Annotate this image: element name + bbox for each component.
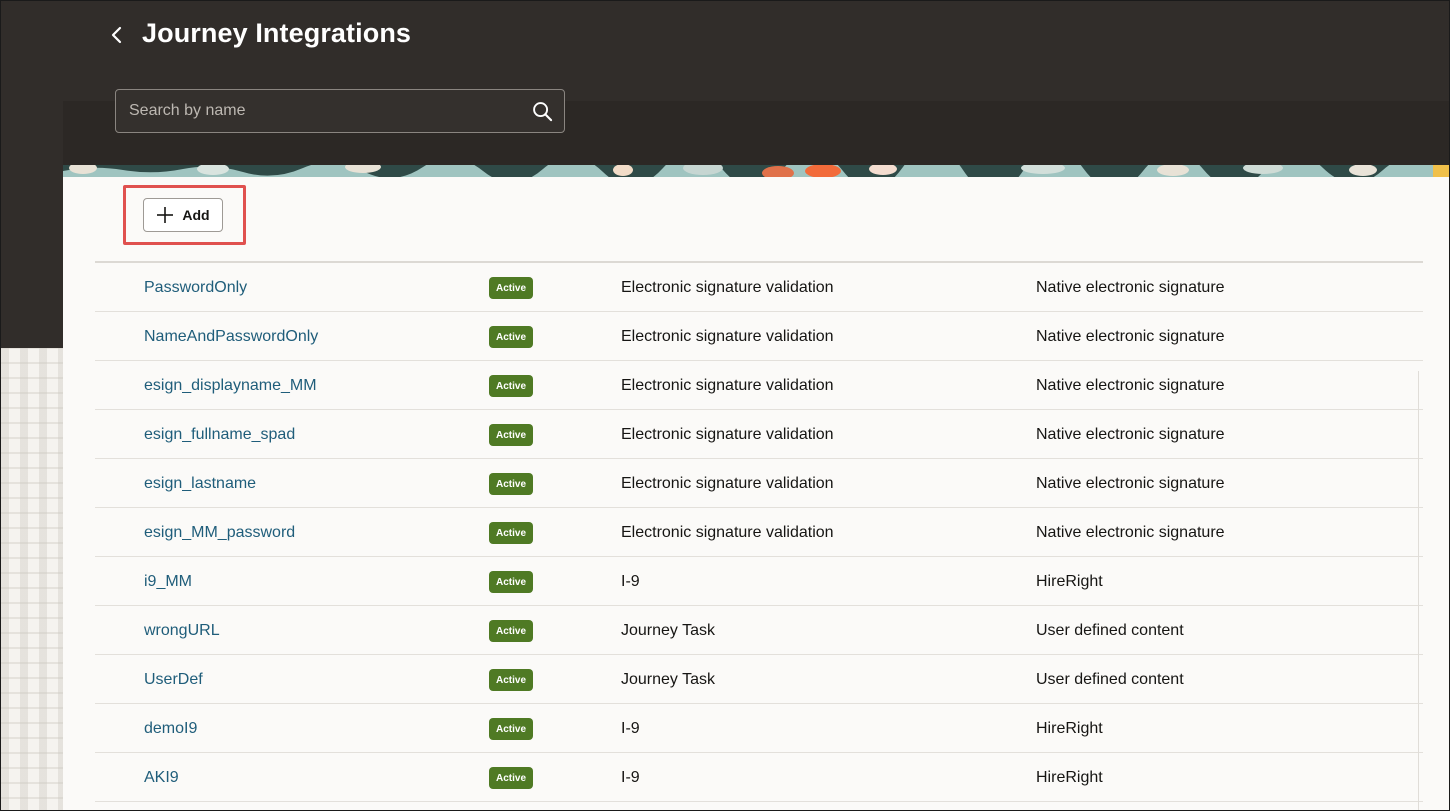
integration-name-link[interactable]: esign_lastname <box>144 475 256 493</box>
integration-provider: Native electronic signature <box>1036 279 1225 296</box>
search-input[interactable] <box>116 102 520 120</box>
decorative-banner <box>63 165 1449 177</box>
status-badge: Active <box>489 669 533 691</box>
status-badge: Active <box>489 620 533 642</box>
scroll-track[interactable] <box>1418 371 1419 810</box>
integration-provider: User defined content <box>1036 622 1184 639</box>
integration-type: Electronic signature validation <box>621 279 834 296</box>
status-badge: Active <box>489 718 533 740</box>
status-badge: Active <box>489 277 533 299</box>
integration-provider: User defined content <box>1036 671 1184 688</box>
list-item[interactable]: esign_MM_password Active Electronic sign… <box>95 508 1423 557</box>
integration-type: Journey Task <box>621 622 715 639</box>
search-box[interactable] <box>115 89 565 133</box>
status-badge: Active <box>489 767 533 789</box>
integration-provider: HireRight <box>1036 769 1103 786</box>
plus-icon <box>157 207 174 223</box>
background-texture <box>1 348 63 810</box>
integration-name-link[interactable]: PasswordOnly <box>144 279 247 297</box>
status-badge: Active <box>489 571 533 593</box>
add-button-label: Add <box>182 207 210 223</box>
integration-name-link[interactable]: esign_fullname_spad <box>144 426 295 444</box>
integration-name-link[interactable]: wrongURL <box>144 622 220 640</box>
integration-name-link[interactable]: demoI9 <box>144 720 197 738</box>
integration-provider: Native electronic signature <box>1036 426 1225 443</box>
integration-name-link[interactable]: esign_displayname_MM <box>144 377 317 395</box>
integration-type: Electronic signature validation <box>621 524 834 541</box>
list-item[interactable]: i9_MM Active I-9 HireRight <box>95 557 1423 606</box>
page-title: Journey Integrations <box>142 18 412 48</box>
status-badge: Active <box>489 375 533 397</box>
integration-type: I-9 <box>621 769 640 786</box>
app-window: Journey Integrations Search by name Add … <box>0 0 1450 811</box>
integration-provider: Native electronic signature <box>1036 377 1225 394</box>
list-item[interactable]: PasswordOnly Active Electronic signature… <box>95 263 1423 312</box>
list-item[interactable]: wrongURL Active Journey Task User define… <box>95 606 1423 655</box>
integration-provider: Native electronic signature <box>1036 328 1225 345</box>
integration-type: I-9 <box>621 573 640 590</box>
list-item[interactable]: NameAndPasswordOnly Active Electronic si… <box>95 312 1423 361</box>
integration-type: Journey Task <box>621 671 715 688</box>
search-icon <box>532 101 552 121</box>
add-button[interactable]: Add <box>143 198 223 232</box>
list-item[interactable]: demoI9 Active I-9 HireRight <box>95 704 1423 753</box>
integration-name-link[interactable]: i9_MM <box>144 573 192 591</box>
chevron-left-icon <box>111 26 122 44</box>
search-button[interactable] <box>520 90 564 132</box>
status-badge: Active <box>489 522 533 544</box>
list-item[interactable]: AKI9 Active I-9 HireRight <box>95 753 1423 802</box>
integration-name-link[interactable]: esign_MM_password <box>144 524 295 542</box>
integration-type: I-9 <box>621 720 640 737</box>
integration-type: Electronic signature validation <box>621 328 834 345</box>
back-button[interactable] <box>101 17 133 53</box>
list-item[interactable]: esign_fullname_spad Active Electronic si… <box>95 410 1423 459</box>
integration-type: Electronic signature validation <box>621 475 834 492</box>
status-badge: Active <box>489 473 533 495</box>
integration-type: Electronic signature validation <box>621 377 834 394</box>
integration-name-link[interactable]: UserDef <box>144 671 203 689</box>
integration-provider: HireRight <box>1036 573 1103 590</box>
status-badge: Active <box>489 424 533 446</box>
list-item[interactable]: UserDef Active Journey Task User defined… <box>95 655 1423 704</box>
status-badge: Active <box>489 326 533 348</box>
integration-name-link[interactable]: AKI9 <box>144 769 179 787</box>
integration-provider: HireRight <box>1036 720 1103 737</box>
integration-provider: Native electronic signature <box>1036 524 1225 541</box>
integration-type: Electronic signature validation <box>621 426 834 443</box>
list-item[interactable]: esign_lastname Active Electronic signatu… <box>95 459 1423 508</box>
integration-provider: Native electronic signature <box>1036 475 1225 492</box>
list-item[interactable]: esign_displayname_MM Active Electronic s… <box>95 361 1423 410</box>
integration-name-link[interactable]: NameAndPasswordOnly <box>144 328 318 346</box>
